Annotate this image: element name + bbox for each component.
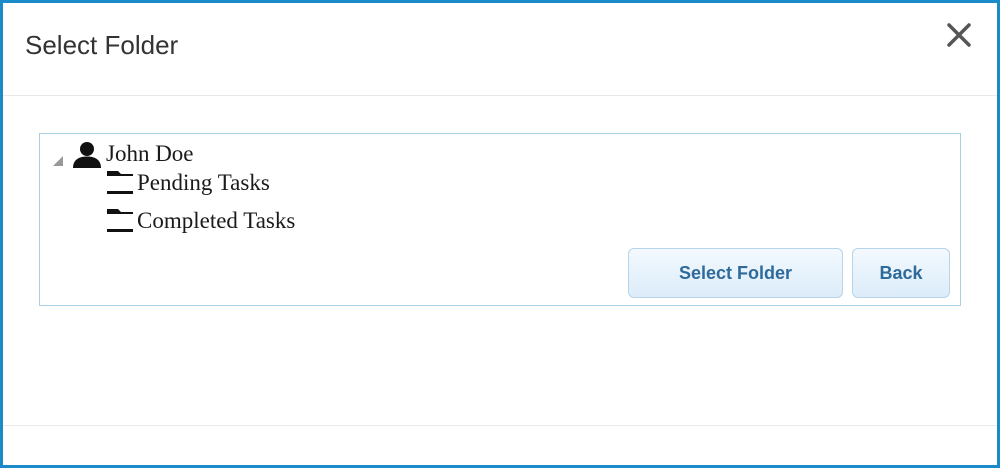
footer-divider: [3, 425, 997, 426]
select-folder-dialog: Select Folder John Doe Pending Tasks Com…: [0, 0, 1000, 468]
folder-tree-panel: John Doe Pending Tasks Completed Tasks S…: [39, 133, 961, 306]
select-folder-button[interactable]: Select Folder: [628, 248, 843, 298]
back-button[interactable]: Back: [852, 248, 950, 298]
tree-node-label: John Doe: [106, 141, 194, 166]
folder-icon: [106, 208, 134, 234]
tree-node-label: Pending Tasks: [137, 170, 270, 195]
tree-node-completed-tasks[interactable]: Completed Tasks: [100, 204, 500, 238]
dialog-title: Select Folder: [25, 30, 179, 60]
tree-node-pending-tasks[interactable]: Pending Tasks: [100, 166, 500, 200]
tree-node-label: Completed Tasks: [137, 208, 296, 233]
folder-icon: [106, 170, 134, 196]
expand-arrow-icon[interactable]: [52, 147, 64, 166]
dialog-header: Select Folder: [3, 3, 997, 96]
close-icon[interactable]: [943, 19, 975, 51]
user-icon: [72, 141, 102, 169]
